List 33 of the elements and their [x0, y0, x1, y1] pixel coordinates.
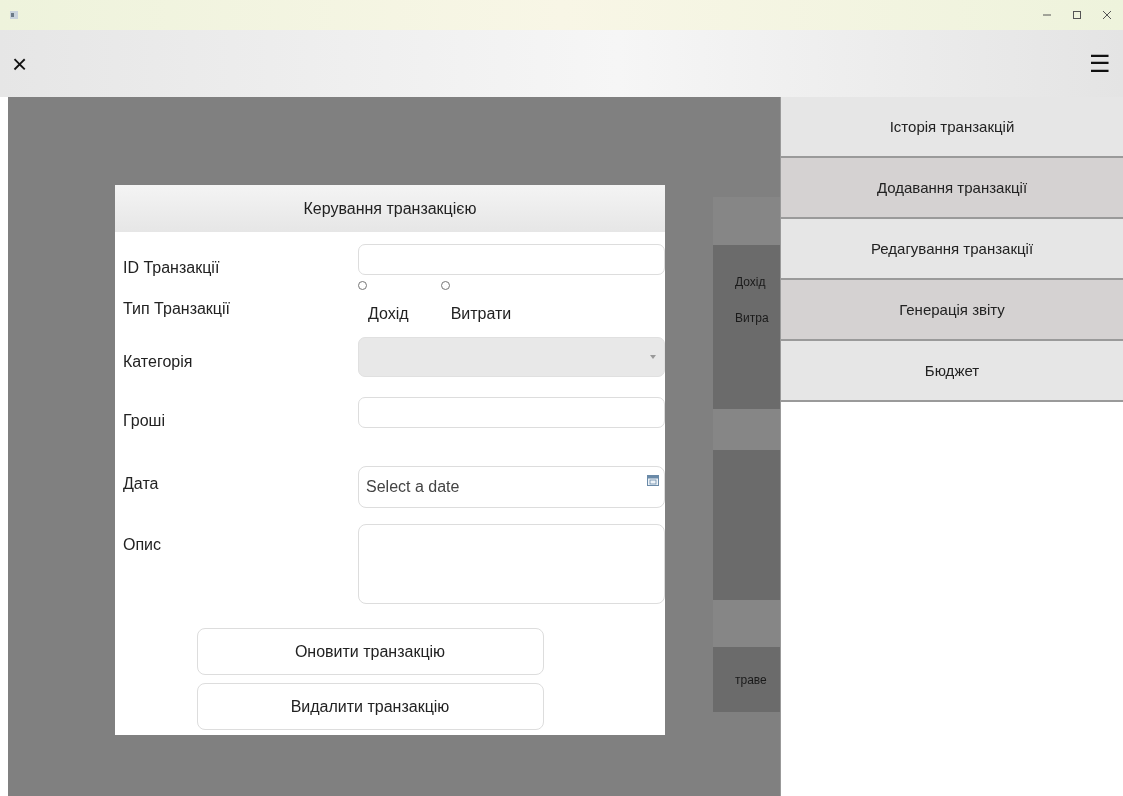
description-field[interactable] — [358, 524, 665, 604]
card-text: Витра — [735, 311, 769, 325]
field-label: Гроші — [123, 411, 166, 430]
menu-icon[interactable]: ☰ — [1089, 51, 1111, 76]
input-field[interactable] — [358, 244, 665, 275]
close-icon[interactable]: × — [12, 50, 28, 77]
caret-icon — [650, 355, 656, 359]
action-button[interactable]: Видалити транзакцію — [196, 683, 544, 730]
card-text: Дохід — [735, 275, 766, 289]
input-field[interactable] — [358, 397, 665, 428]
field-label: Тип Транзакції — [123, 300, 232, 318]
close-icon[interactable] — [1103, 11, 1111, 19]
radio-button[interactable] — [358, 281, 367, 290]
dialog-title: Керування транзакцією — [115, 185, 665, 232]
field-label: Опис — [123, 535, 163, 554]
app-icon — [10, 11, 18, 19]
field-label: Категорія — [123, 353, 194, 371]
menu-item[interactable]: Редагування транзакції — [781, 219, 1123, 280]
minimize-icon[interactable] — [1043, 11, 1051, 19]
action-button[interactable]: Оновити транзакцію — [196, 628, 544, 675]
radio-label[interactable]: Дохід — [368, 305, 409, 323]
menu-item[interactable]: Історія транзакцій — [781, 97, 1123, 158]
menu-item[interactable]: Бюджет — [781, 341, 1123, 402]
radio-label[interactable]: Витрати — [450, 305, 512, 323]
calendar-icon[interactable] — [647, 474, 659, 486]
menu-item[interactable]: Генерація звіту — [781, 280, 1123, 341]
date-field[interactable]: Select a date — [358, 466, 665, 508]
card-text: траве — [735, 672, 767, 687]
field-label: Дата — [123, 475, 160, 493]
field-label: ID Транзакції — [123, 258, 221, 277]
menu-item[interactable]: Додавання транзакції — [781, 158, 1123, 219]
maximize-icon[interactable] — [1073, 11, 1081, 19]
radio-button[interactable] — [440, 281, 450, 290]
